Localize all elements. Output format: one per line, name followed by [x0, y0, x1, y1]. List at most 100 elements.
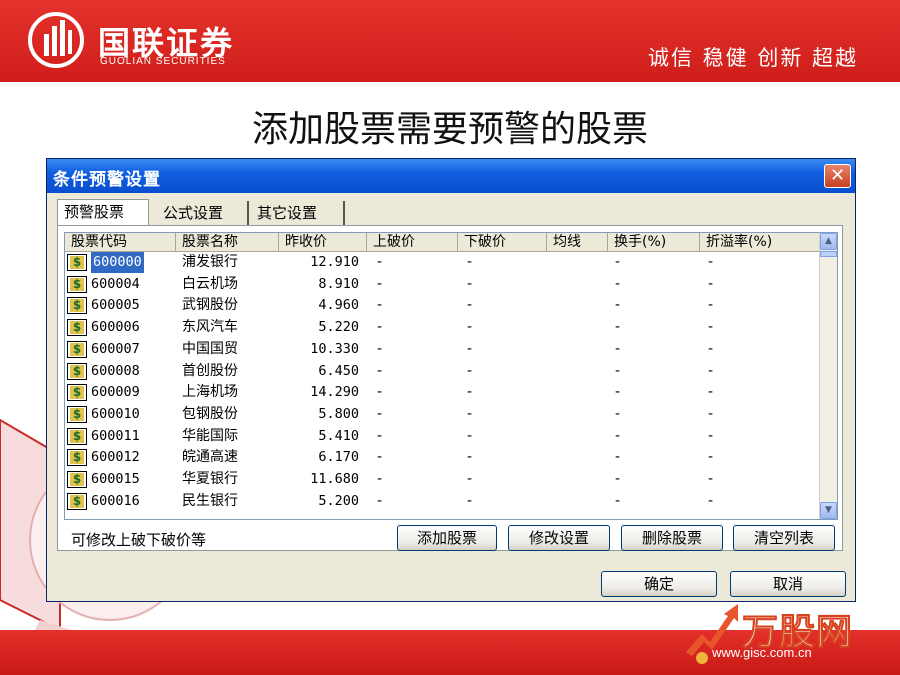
down-break-price: -	[467, 449, 473, 466]
premium-value: -	[708, 427, 714, 444]
down-break-price: -	[467, 297, 473, 314]
stock-code: 600012	[91, 449, 140, 466]
down-break-price: -	[467, 405, 473, 422]
table-row[interactable]: $600007 中国国贸 10.330 - - - -	[65, 339, 821, 361]
clear-list-button[interactable]: 清空列表	[733, 525, 835, 551]
down-break-price: -	[467, 319, 473, 336]
premium-value: -	[708, 384, 714, 401]
prev-close-price: 6.170	[318, 449, 359, 466]
table-row[interactable]: $600000 浦发银行 12.910 - - - -	[65, 252, 821, 274]
dollar-glyph: $	[70, 451, 84, 465]
up-break-price: -	[377, 297, 383, 314]
modify-settings-button[interactable]: 修改设置	[508, 525, 610, 551]
up-break-price: -	[377, 449, 383, 466]
table-row[interactable]: $600012 皖通高速 6.170 - - - -	[65, 447, 821, 469]
down-break-price: -	[467, 254, 473, 270]
down-break-price: -	[467, 384, 473, 401]
stock-dollar-icon: $	[67, 340, 87, 358]
add-stock-button[interactable]: 添加股票	[397, 525, 497, 551]
close-button[interactable]: ✕	[824, 164, 851, 188]
stock-name: 中国国贸	[182, 340, 238, 357]
prev-close-price: 12.910	[310, 254, 359, 270]
premium-value: -	[708, 319, 714, 336]
premium-value: -	[708, 275, 714, 292]
dollar-glyph: $	[70, 473, 84, 486]
stock-code: 600000	[91, 252, 144, 273]
turnover-value: -	[615, 275, 621, 292]
table-row[interactable]: $600005 武钢股份 4.960 - - - -	[65, 295, 821, 317]
cancel-button[interactable]: 取消	[730, 571, 846, 597]
column-header-ma[interactable]: 均线	[547, 233, 608, 251]
scroll-down-button[interactable]: ▼	[820, 502, 837, 519]
premium-value: -	[708, 471, 714, 487]
column-header-up-break[interactable]: 上破价	[367, 233, 458, 251]
stock-name: 浦发银行	[182, 254, 238, 270]
tab-formula-settings[interactable]: 公式设置	[157, 201, 249, 225]
condition-alert-dialog: 条件预警设置 ✕ 预警股票 公式设置 其它设置 股票代码 股票名称 昨收价 上破…	[46, 158, 856, 602]
table-row[interactable]: $600010 包钢股份 5.800 - - - -	[65, 404, 821, 426]
prev-close-price: 4.960	[318, 297, 359, 314]
scroll-up-button[interactable]: ▲	[820, 233, 837, 250]
scroll-thumb[interactable]	[820, 251, 837, 257]
stock-dollar-icon: $	[67, 275, 87, 293]
stock-code: 600008	[91, 362, 140, 379]
column-header-name[interactable]: 股票名称	[176, 233, 279, 251]
stock-code: 600007	[91, 340, 140, 357]
column-header-prev-close[interactable]: 昨收价	[279, 233, 367, 251]
delete-stock-button[interactable]: 删除股票	[621, 525, 723, 551]
dollar-glyph: $	[70, 429, 84, 443]
up-break-price: -	[377, 275, 383, 292]
turnover-value: -	[615, 297, 621, 314]
close-icon: ✕	[829, 165, 846, 186]
table-row[interactable]: $600016 民生银行 5.200 - - - -	[65, 491, 821, 513]
ok-button[interactable]: 确定	[601, 571, 717, 597]
stock-name: 华夏银行	[182, 471, 238, 487]
premium-value: -	[708, 492, 714, 509]
column-header-premium[interactable]: 折溢率(%)	[700, 233, 821, 251]
dollar-glyph: $	[70, 386, 84, 400]
up-break-price: -	[377, 427, 383, 444]
stock-dollar-icon: $	[67, 449, 87, 467]
turnover-value: -	[615, 362, 621, 379]
column-header-code[interactable]: 股票代码	[65, 233, 176, 251]
dollar-glyph: $	[70, 364, 84, 378]
tab-other-settings[interactable]: 其它设置	[251, 201, 345, 225]
turnover-value: -	[615, 384, 621, 401]
stock-dollar-icon: $	[67, 492, 87, 510]
stock-name: 民生银行	[182, 492, 238, 509]
alert-stocks-pane: 股票代码 股票名称 昨收价 上破价 下破价 均线 换手(%) 折溢率(%) $6…	[57, 225, 843, 551]
premium-value: -	[708, 297, 714, 314]
slide-header: 国联证券 GUOLIAN SECURITIES 诚信 稳健 创新 超越	[0, 0, 900, 82]
up-break-price: -	[377, 362, 383, 379]
column-header-down-break[interactable]: 下破价	[458, 233, 547, 251]
table-row[interactable]: $600008 首创股份 6.450 - - - -	[65, 361, 821, 383]
stock-dollar-icon: $	[67, 427, 87, 445]
dollar-glyph: $	[70, 321, 84, 335]
premium-value: -	[708, 449, 714, 466]
hint-text: 可修改上破下破价等	[71, 531, 207, 549]
column-header-turnover[interactable]: 换手(%)	[608, 233, 700, 251]
up-break-price: -	[377, 254, 383, 270]
vertical-scrollbar[interactable]: ▲ ▼	[819, 233, 837, 519]
stock-dollar-icon: $	[67, 405, 87, 423]
table-row[interactable]: $600006 东风汽车 5.220 - - - -	[65, 317, 821, 339]
stock-name: 东风汽车	[182, 319, 238, 336]
down-break-price: -	[467, 340, 473, 357]
premium-value: -	[708, 340, 714, 357]
stock-code: 600005	[91, 297, 140, 314]
up-break-price: -	[377, 405, 383, 422]
watermark-url: www.gisc.com.cn	[712, 645, 812, 660]
table-row[interactable]: $600009 上海机场 14.290 - - - -	[65, 382, 821, 404]
stock-list[interactable]: 股票代码 股票名称 昨收价 上破价 下破价 均线 换手(%) 折溢率(%) $6…	[64, 232, 838, 520]
tab-alert-stocks[interactable]: 预警股票	[57, 199, 149, 225]
dialog-titlebar[interactable]: 条件预警设置 ✕	[47, 159, 855, 193]
premium-value: -	[708, 405, 714, 422]
table-row[interactable]: $600015 华夏银行 11.680 - - - -	[65, 469, 821, 491]
list-header: 股票代码 股票名称 昨收价 上破价 下破价 均线 换手(%) 折溢率(%)	[65, 233, 821, 252]
up-break-price: -	[377, 340, 383, 357]
table-row[interactable]: $600004 白云机场 8.910 - - - -	[65, 274, 821, 296]
dollar-glyph: $	[70, 342, 84, 356]
table-row[interactable]: $600011 华能国际 5.410 - - - -	[65, 426, 821, 448]
dollar-glyph: $	[70, 256, 84, 269]
turnover-value: -	[615, 471, 621, 487]
